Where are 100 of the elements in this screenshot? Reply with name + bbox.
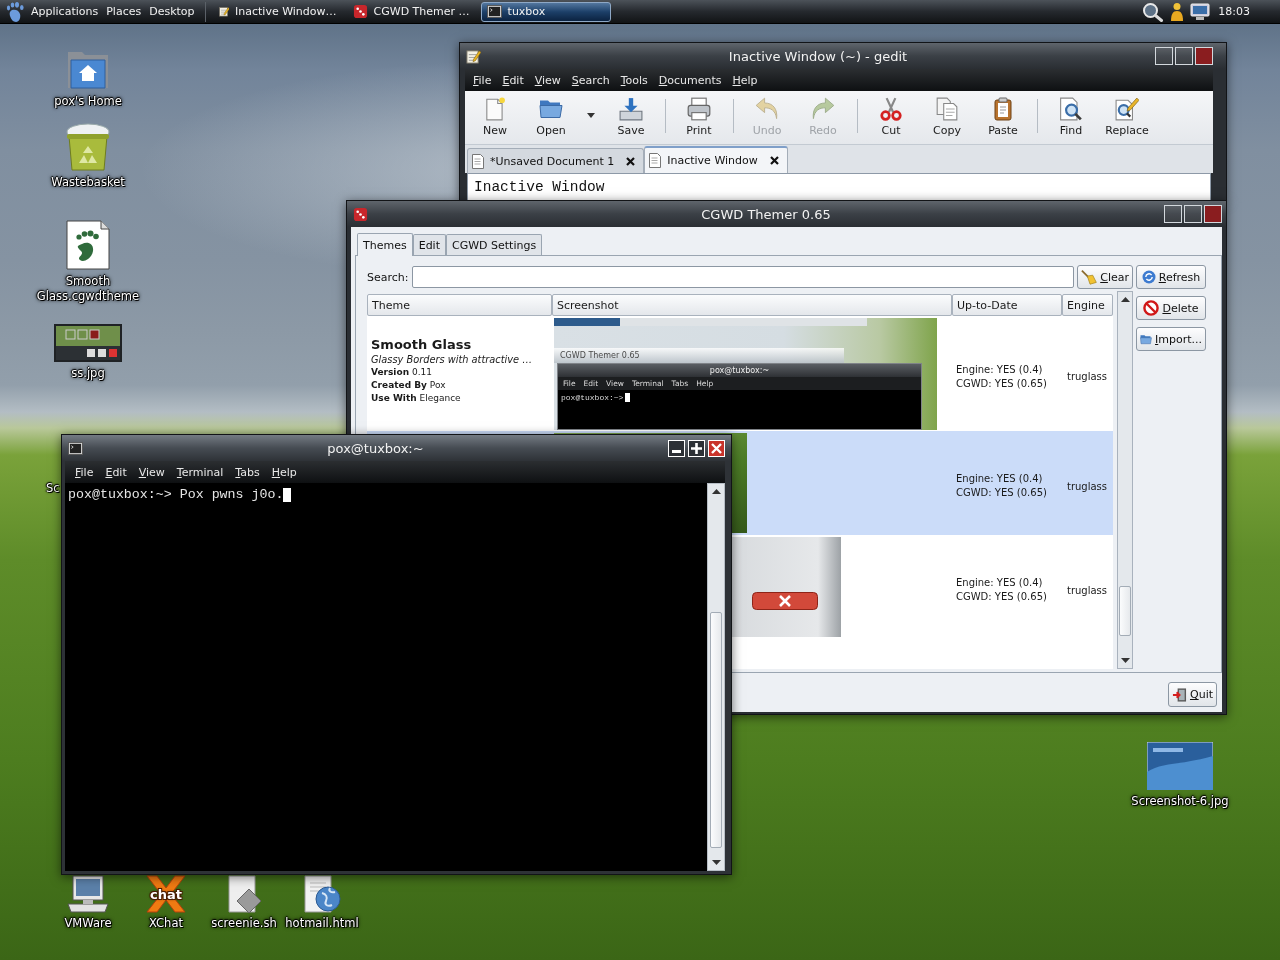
toolbar-button[interactable]: Cut	[863, 91, 919, 141]
trash-icon[interactable]	[65, 123, 111, 171]
column-header[interactable]: Up-to-Date	[952, 294, 1062, 316]
status-text: CGWD: YES (0.65)	[956, 486, 1048, 500]
toolbar-button[interactable]: Save	[603, 91, 659, 141]
close-icon	[752, 592, 818, 610]
taskbar-button[interactable]: Inactive Window…	[212, 1, 343, 22]
scissors-icon	[879, 97, 903, 121]
refresh-icon	[1141, 270, 1156, 284]
toolbar-button[interactable]: New	[467, 91, 523, 141]
close-button[interactable]	[1195, 47, 1213, 65]
toolbar-button[interactable]: Replace	[1099, 91, 1155, 141]
document-tab[interactable]: Inactive Window	[644, 146, 788, 173]
maximize-button[interactable]	[1175, 47, 1193, 65]
menu-item[interactable]: Edit	[105, 465, 127, 479]
exit-icon	[1172, 686, 1187, 703]
clipboard-icon	[991, 97, 1015, 121]
icon-label[interactable]: Screenshot-6.jpg	[1131, 794, 1229, 809]
text-editor[interactable]: Inactive Window	[467, 173, 1211, 200]
menu-item[interactable]: Help	[271, 465, 297, 479]
column-header[interactable]: Engine	[1062, 294, 1113, 316]
search-label: Search:	[367, 270, 409, 284]
quit-button[interactable]: Quit	[1168, 682, 1217, 707]
down-arrow-icon[interactable]	[1120, 658, 1130, 663]
close-icon[interactable]	[626, 156, 636, 166]
panel-menu[interactable]: Desktop	[145, 5, 199, 18]
panel-menu[interactable]: Places	[102, 5, 146, 18]
web-file-icon[interactable]	[302, 875, 342, 913]
terminal-screen[interactable]: pox@tuxbox:~> Pox pwns j0o.	[65, 483, 707, 871]
toolbar-button[interactable]: Paste	[975, 91, 1031, 141]
up-arrow-icon[interactable]	[1120, 297, 1130, 302]
menu-item[interactable]: Tools	[620, 73, 648, 87]
minimize-button[interactable]	[1155, 47, 1173, 65]
home-folder-icon[interactable]	[66, 50, 110, 90]
footprint-file-icon[interactable]	[66, 220, 110, 270]
close-icon[interactable]	[769, 156, 779, 165]
column-header[interactable]: Screenshot	[552, 294, 952, 316]
theme-detail: Created By Pox	[371, 379, 447, 392]
import-button[interactable]: Import...	[1136, 327, 1206, 351]
toolbar-button[interactable]: Copy	[919, 91, 975, 141]
search-field[interactable]	[411, 266, 1074, 288]
scrollbar-thumb[interactable]	[1119, 586, 1131, 636]
table-cell[interactable]: truglass	[1062, 431, 1113, 535]
icon-label[interactable]: screenie.sh	[211, 916, 277, 931]
document-icon	[649, 153, 662, 168]
menu-item[interactable]: Search	[571, 73, 610, 87]
taskbar-button[interactable]: tuxbox	[480, 1, 611, 22]
taskbar-button[interactable]: CGWD Themer …	[346, 1, 477, 22]
menu-item[interactable]: Tabs	[235, 465, 260, 479]
text-cursor	[283, 487, 292, 502]
search-icon[interactable]	[1142, 1, 1165, 22]
scrollbar[interactable]	[707, 483, 725, 871]
icon-label[interactable]: XChat	[149, 916, 183, 931]
tab[interactable]: Themes	[357, 233, 413, 256]
redo-icon	[811, 97, 835, 121]
menu-item[interactable]: Terminal	[176, 465, 224, 479]
photo-thumbnail[interactable]	[1147, 742, 1213, 790]
icon-label[interactable]: VMWare	[64, 916, 112, 931]
up-arrow-icon[interactable]	[711, 489, 721, 494]
caret-icon[interactable]	[587, 112, 595, 118]
toolbar-button[interactable]: Find	[1043, 91, 1099, 141]
menu-item[interactable]: View	[138, 465, 165, 479]
document-tab[interactable]: *Unsaved Document 1	[467, 148, 645, 173]
computer-icon[interactable]	[66, 875, 110, 913]
monitor-icon[interactable]	[1190, 2, 1211, 21]
menu-item[interactable]: Documents	[658, 73, 722, 87]
panel-menu[interactable]: Applications	[27, 5, 103, 18]
tab[interactable]: CGWD Settings	[446, 234, 543, 255]
person-icon[interactable]	[1170, 1, 1185, 22]
notepad-icon	[466, 48, 481, 64]
terminal-text: pox@tuxbox:~> Pox pwns j0o.	[68, 487, 284, 502]
menu-item[interactable]: View	[534, 73, 561, 87]
toolbar-button[interactable]: Open	[523, 91, 579, 141]
screenshot-thumbnail[interactable]	[54, 324, 122, 362]
toolbar-button[interactable]: Print	[671, 91, 727, 141]
footprint-icon[interactable]	[6, 1, 24, 22]
menu-item[interactable]: File	[75, 465, 94, 479]
tab[interactable]: Edit	[412, 234, 446, 255]
refresh-button[interactable]: Refresh	[1136, 265, 1206, 289]
scrollbar-thumb[interactable]	[710, 612, 722, 848]
minimize-icon	[672, 450, 681, 453]
theme-detail: Version 0.11	[371, 366, 433, 379]
no-entry-icon	[1143, 300, 1160, 316]
down-arrow-icon[interactable]	[711, 860, 721, 865]
menu-item[interactable]: File	[473, 73, 492, 87]
undo-icon	[755, 97, 779, 121]
icon-label[interactable]: hotmail.html	[285, 916, 359, 931]
scrollbar[interactable]	[1117, 291, 1133, 669]
menu-item[interactable]: Edit	[502, 73, 524, 87]
maximize-button[interactable]	[1184, 205, 1202, 223]
minimize-button[interactable]	[1164, 205, 1182, 223]
column-header[interactable]: Theme	[367, 294, 552, 316]
delete-button[interactable]: Delete	[1136, 296, 1206, 320]
icon-label[interactable]: pox's Home	[54, 94, 122, 109]
window-title: pox@tuxbox:~	[327, 440, 424, 456]
table-cell[interactable]: Engine: YES (0.4) CGWD: YES (0.65)	[952, 431, 1062, 535]
menu-item[interactable]: Help	[732, 73, 758, 87]
panel-clock[interactable]: 18:03	[1218, 5, 1250, 18]
close-button[interactable]	[1204, 205, 1222, 223]
clear-button[interactable]: Clear	[1077, 265, 1133, 289]
